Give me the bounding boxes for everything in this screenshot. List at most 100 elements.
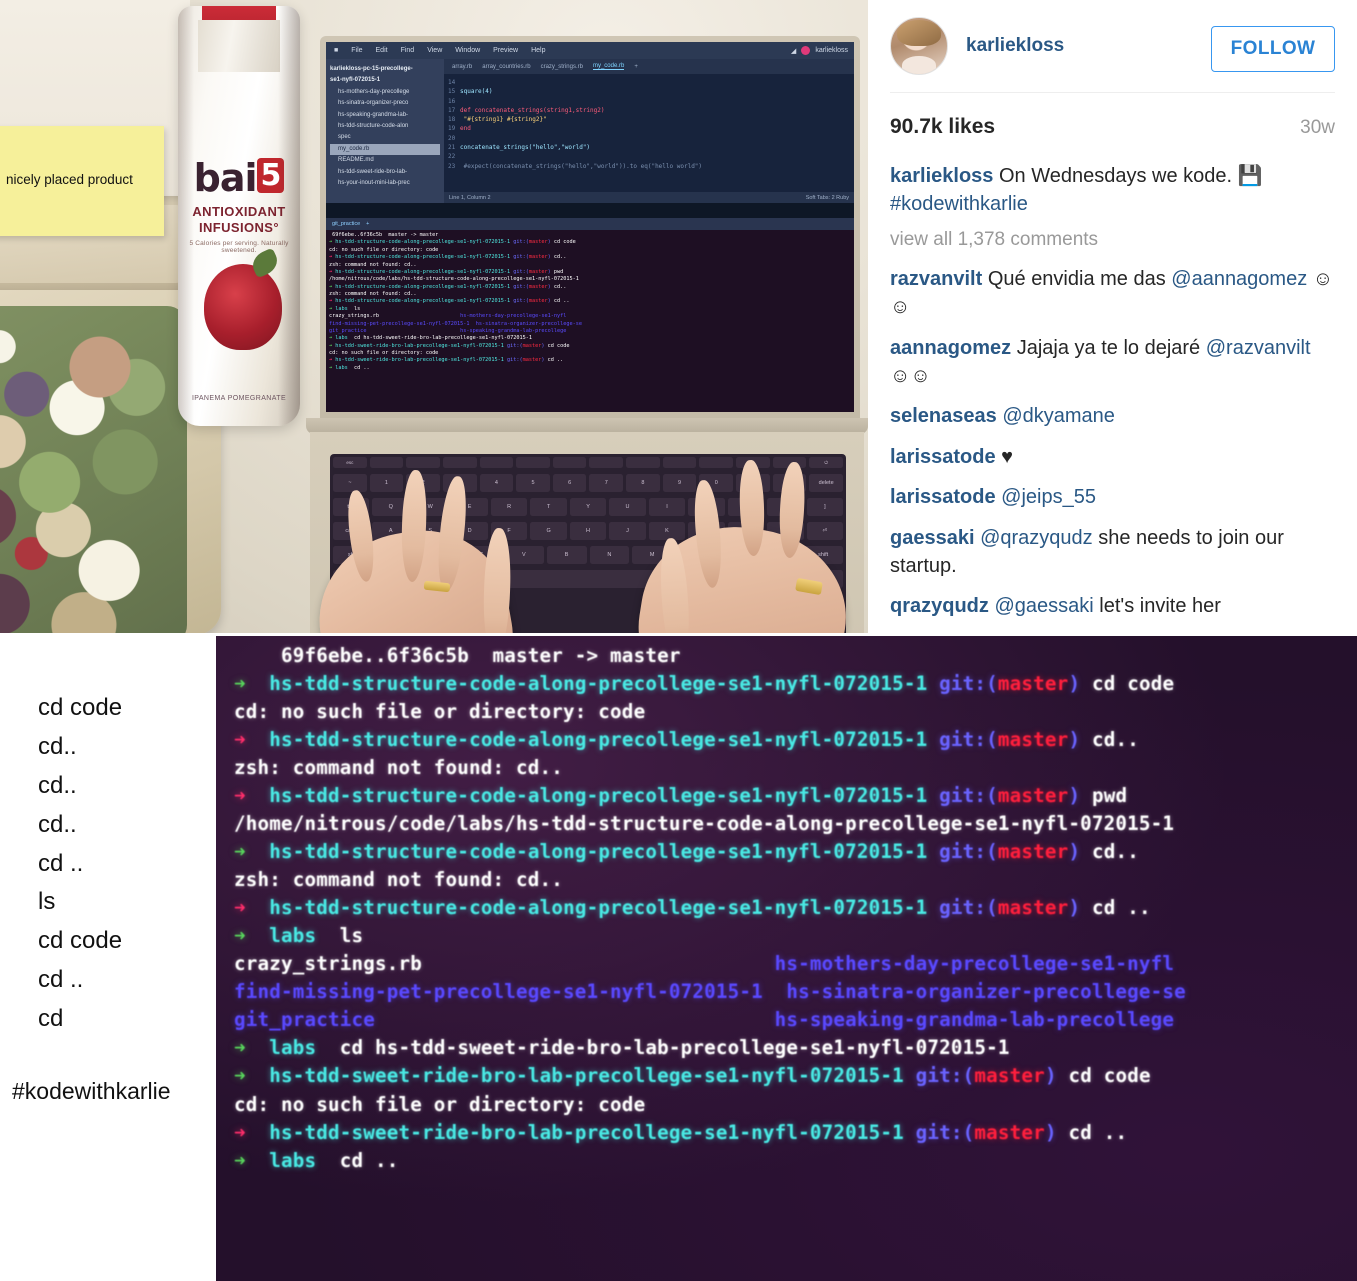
comment-item: selenaseas @dkyamane: [890, 402, 1335, 442]
macbook-screen: ■ File Edit Find View Window Preview Hel…: [326, 42, 854, 412]
post-header: karliekloss FOLLOW: [890, 0, 1335, 92]
post-photo[interactable]: bai 5 ANTIOXIDANT INFUSIONS° 5 Calories p…: [0, 0, 868, 633]
comment-mention[interactable]: @dkyamane: [1002, 405, 1115, 427]
bottle-brand-text: bai: [193, 156, 258, 200]
key-t: T: [530, 498, 567, 516]
pomegranate-illustration: [204, 264, 282, 350]
comment-mention[interactable]: @jeips_55: [1001, 486, 1096, 508]
editor-body: karliekloss-pc-15-precollege- se1-nyfl-0…: [326, 59, 854, 203]
screen-terminal-pane: git_practice + 69f6ebe..6f36c5b master -…: [326, 218, 854, 412]
code-line-number: 17: [448, 106, 456, 114]
comment-mention[interactable]: @gaessaki: [994, 595, 1093, 617]
status-syntax-info: Soft Tabs: 2 Ruby: [805, 194, 849, 201]
menu-item-window: Window: [455, 47, 481, 54]
macbook: ■ File Edit Find View Window Preview Hel…: [306, 36, 868, 633]
key-8: 8: [626, 474, 660, 492]
editor-tab: array.rb: [452, 63, 473, 70]
key-n: N: [589, 546, 630, 564]
tree-item: hs-sinatra-organizer-preco: [338, 100, 409, 107]
command-annotation-list: cd code cd.. cd.. cd.. cd .. ls cd code …: [38, 689, 122, 1039]
bai5-bottle: bai 5 ANTIOXIDANT INFUSIONS° 5 Calories p…: [178, 6, 300, 426]
comment-item: qrazyqudz @gaessaki let's invite her: [890, 592, 1335, 632]
code-line-number: 16: [448, 97, 456, 105]
tree-item: hs-speaking-grandma-lab-: [338, 111, 409, 118]
editor-tab: array_countries.rb: [482, 63, 531, 70]
code-line-number: 15: [448, 88, 456, 96]
follow-button[interactable]: FOLLOW: [1211, 26, 1335, 72]
key-i: I: [648, 498, 686, 516]
post-username[interactable]: karliekloss: [966, 35, 1064, 57]
code-line-number: 20: [448, 134, 456, 142]
screenshot-root: bai 5 ANTIOXIDANT INFUSIONS° 5 Calories p…: [0, 0, 1357, 1281]
key-h: H: [569, 522, 607, 540]
macbook-lid: ■ File Edit Find View Window Preview Hel…: [320, 36, 860, 418]
command-line: cd..: [38, 732, 77, 760]
heart-icon: ♥: [1001, 445, 1014, 468]
editor-tabs: array.rb array_countries.rb crazy_string…: [444, 59, 854, 74]
menu-item-file: File: [351, 47, 363, 54]
code-line-text: #expect(concatenate_strings("hello","wor…: [460, 162, 703, 170]
command-line: ls: [38, 888, 56, 916]
command-line: cd..: [38, 771, 77, 799]
key-f10: [699, 457, 734, 468]
comment-text: let's invite her: [1093, 595, 1221, 618]
screen-terminal-tabbar: git_practice +: [326, 218, 854, 230]
comment-author[interactable]: selenaseas: [890, 405, 997, 427]
key-b: B: [546, 546, 587, 564]
command-line: cd ..: [38, 849, 84, 877]
editor-tab: crazy_strings.rb: [540, 63, 583, 70]
tree-item: hs-tdd-sweet-ride-bro-lab-: [338, 168, 408, 175]
project-name-line1: karliekloss-pc-15-precollege-: [330, 66, 413, 72]
comment-author[interactable]: larissatode: [890, 486, 996, 508]
menu-item-help: Help: [531, 47, 546, 54]
code-line-text: def concatenate_strings(string1,string2): [460, 106, 605, 114]
comment-text: Qué envidia me das: [987, 267, 1172, 290]
editor-tab-active: my_code.rb: [592, 63, 625, 70]
key-g: G: [530, 522, 567, 540]
bottle-shade-right: [278, 6, 300, 426]
post-sidebar: karliekloss FOLLOW 90.7k likes 30w karli…: [868, 0, 1357, 633]
like-count[interactable]: 90.7k likes: [890, 115, 995, 139]
code-line-text: concatenate_strings("hello","world"): [460, 144, 591, 152]
key-f6: [552, 457, 587, 468]
key-f3: [442, 457, 477, 468]
key-f2: [406, 457, 440, 468]
post-age: 30w: [1300, 117, 1335, 138]
caption-username[interactable]: karliekloss: [890, 165, 993, 187]
comment-author[interactable]: qrazyqudz: [890, 595, 989, 617]
comment-mention[interactable]: @qrazyqudz: [980, 527, 1093, 549]
key-k: K: [648, 522, 686, 540]
code-line-text: "#{string1} #{string2}": [460, 116, 547, 124]
comment-mention[interactable]: @razvanvilt: [1206, 337, 1311, 359]
code-line-number: 18: [448, 116, 456, 124]
key-r: R: [490, 498, 528, 516]
comment-author[interactable]: gaessaki: [890, 527, 975, 549]
comment-author[interactable]: aannagomez: [890, 337, 1011, 359]
status-cursor-position: Line 1, Column 2: [449, 194, 491, 201]
comment-author[interactable]: larissatode: [890, 446, 996, 468]
comment-item: larissatode @jeips_55: [890, 483, 1335, 523]
menu-item-preview: Preview: [493, 47, 519, 54]
zoomed-terminal-output: 69f6ebe..6f36c5b master -> master ➜ hs-t…: [234, 644, 1186, 1172]
menu-item-edit: Edit: [375, 47, 388, 54]
sticky-note-text: nicely placed product: [6, 172, 133, 187]
avatar[interactable]: [890, 17, 948, 75]
key-4: 4: [479, 474, 514, 492]
salad-contents: [0, 306, 187, 633]
apple-menu-icon: ■: [334, 47, 339, 54]
menu-item-view: View: [427, 47, 443, 54]
key-7: 7: [589, 474, 624, 492]
key-6: 6: [552, 474, 587, 492]
bottom-section: cd code cd.. cd.. cd.. cd .. ls cd code …: [0, 633, 1357, 1281]
view-all-comments-link[interactable]: view all 1,378 comments: [890, 219, 1335, 251]
comment-mention[interactable]: @aannagomez: [1171, 268, 1307, 290]
tree-item: README.md: [338, 157, 374, 164]
instagram-post: bai 5 ANTIOXIDANT INFUSIONS° 5 Calories p…: [0, 0, 1357, 633]
code-line-text: square(4): [460, 88, 493, 96]
comment-author[interactable]: razvanvilt: [890, 268, 982, 290]
key-power: ⏻: [809, 457, 843, 468]
key-f9: [662, 457, 697, 468]
comment-item: larissatode ♥: [890, 443, 1335, 483]
post-caption: karliekloss On Wednesdays we kode. 💾 #ko…: [890, 139, 1335, 219]
caption-hashtag[interactable]: #kodewithkarlie: [890, 193, 1028, 215]
